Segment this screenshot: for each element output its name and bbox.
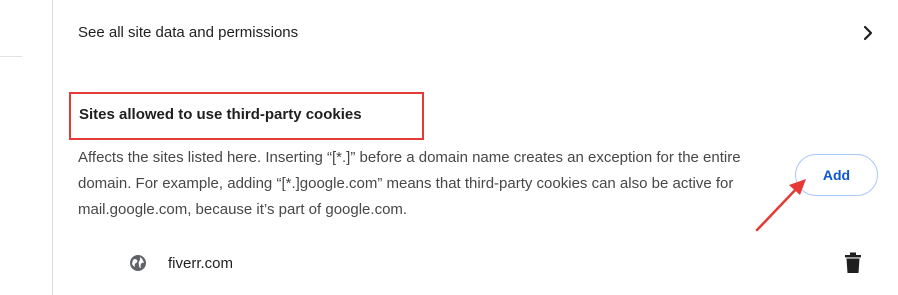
see-all-site-data-row[interactable]: See all site data and permissions <box>53 0 898 66</box>
divider <box>0 56 22 57</box>
globe-icon <box>130 255 146 271</box>
section-description: Affects the sites listed here. Inserting… <box>78 149 741 218</box>
section-title: Sites allowed to use third-party cookies <box>79 106 362 123</box>
left-gutter <box>0 0 52 295</box>
site-name: fiverr.com <box>168 255 234 272</box>
site-list-item: fiverr.com <box>53 240 898 286</box>
add-site-button[interactable]: Add <box>795 154 878 196</box>
chevron-right-icon <box>863 25 873 41</box>
settings-card: See all site data and permissions Sites … <box>52 0 898 295</box>
see-all-site-data-label: See all site data and permissions <box>78 24 299 41</box>
trash-icon[interactable] <box>843 252 863 274</box>
